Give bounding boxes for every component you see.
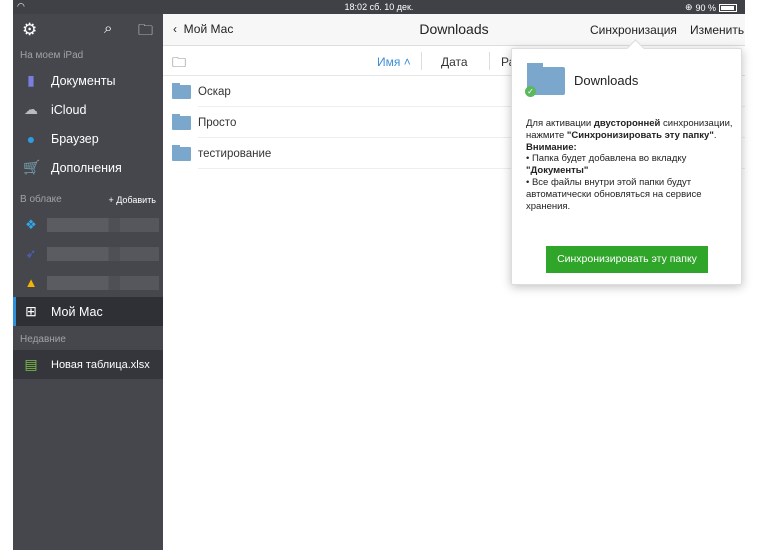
redacted-account (47, 275, 159, 290)
recent-file[interactable]: ▤ Новая таблица.xlsx (13, 350, 163, 379)
sidebar-item-documents[interactable]: ▮ Документы (13, 66, 163, 95)
check-icon: ✓ (525, 86, 536, 97)
folder-icon (172, 113, 191, 130)
cart-icon: 🛒 (23, 159, 41, 175)
file-name: Просто (198, 116, 237, 129)
sidebar-item-dropbox[interactable]: ❖ (13, 210, 163, 239)
sidebar-item-my-mac[interactable]: ⊞ Мой Мас (13, 297, 163, 326)
compass-icon: ● (26, 130, 36, 147)
redacted-account (47, 246, 159, 261)
rotation-lock-icon: ⊕ (684, 2, 693, 12)
sync-button[interactable]: Синхронизация (590, 23, 677, 37)
cloud-service-icon: ➶ (25, 245, 37, 261)
sync-popover: ✓ Downloads Для активации двусторонней с… (511, 48, 742, 285)
folder-icon (172, 144, 191, 161)
folder-icon[interactable]: 🗀 (138, 20, 153, 45)
popover-title: Downloads (574, 73, 639, 88)
redacted-account (47, 217, 159, 232)
sidebar-item-label: Мой Мас (51, 304, 103, 319)
section-cloud-label: В облаке (20, 194, 62, 205)
folder-icon (172, 82, 191, 99)
chevron-up-icon: ˄ (403, 55, 411, 69)
sidebar-item-label: iCloud (51, 102, 87, 117)
sync-folder-button[interactable]: Синхронизировать эту папку (546, 246, 708, 273)
cloud-icon: ☁ (24, 101, 38, 117)
battery-percent: 90 % (695, 2, 716, 13)
sidebar-item-label: Документы (51, 73, 116, 88)
sidebar-item-google-drive[interactable]: ▲ (13, 268, 163, 297)
edit-button[interactable]: Изменить (690, 23, 744, 37)
sort-by-name[interactable]: Имя ˄ (377, 55, 411, 69)
sidebar-item-icloud[interactable]: ☁ iCloud (13, 95, 163, 124)
battery-icon (719, 3, 737, 12)
google-drive-icon: ▲ (24, 275, 38, 290)
sidebar: ⚙ ⌕ 🗀 На моем iPad ▮ Документы ☁ iCloud ● Б… (13, 14, 163, 550)
file-name: тестирование (198, 147, 272, 160)
sort-name-label: Имя (377, 55, 401, 69)
new-folder-icon[interactable]: 🗀 (172, 52, 186, 76)
nav-bar: ‹ Мой Мас Downloads Синхронизация Измени… (163, 14, 745, 46)
sidebar-item-label: Браузер (51, 131, 99, 146)
search-icon[interactable]: ⌕ (104, 20, 112, 37)
gear-icon[interactable]: ⚙ (22, 20, 37, 40)
popover-text: Для активации двусторонней синхронизации… (526, 118, 733, 212)
sidebar-item-browser[interactable]: ● Браузер (13, 124, 163, 153)
sidebar-item-cloud-service[interactable]: ➶ (13, 239, 163, 268)
recent-file-label: Новая таблица.xlsx (51, 358, 150, 371)
spreadsheet-icon: ▤ (24, 356, 38, 372)
dropbox-icon: ❖ (25, 216, 37, 232)
section-cloud: В облаке + Добавить (13, 190, 163, 210)
sidebar-item-addons[interactable]: 🛒 Дополнения (13, 153, 163, 182)
section-recent: Недавние (20, 334, 66, 345)
sidebar-item-label: Дополнения (51, 160, 122, 175)
sort-by-date[interactable]: Дата (441, 55, 468, 69)
status-bar: ◠ 18:02 сб. 10 дек. ⊕ 90 % (13, 0, 745, 14)
document-icon: ▮ (27, 72, 35, 88)
clock: 18:02 сб. 10 дек. (344, 2, 414, 12)
file-name: Оскар (198, 85, 231, 98)
windows-icon: ⊞ (25, 303, 37, 319)
add-cloud-button[interactable]: + Добавить (108, 190, 156, 210)
section-on-ipad: На моем iPad (20, 50, 84, 61)
